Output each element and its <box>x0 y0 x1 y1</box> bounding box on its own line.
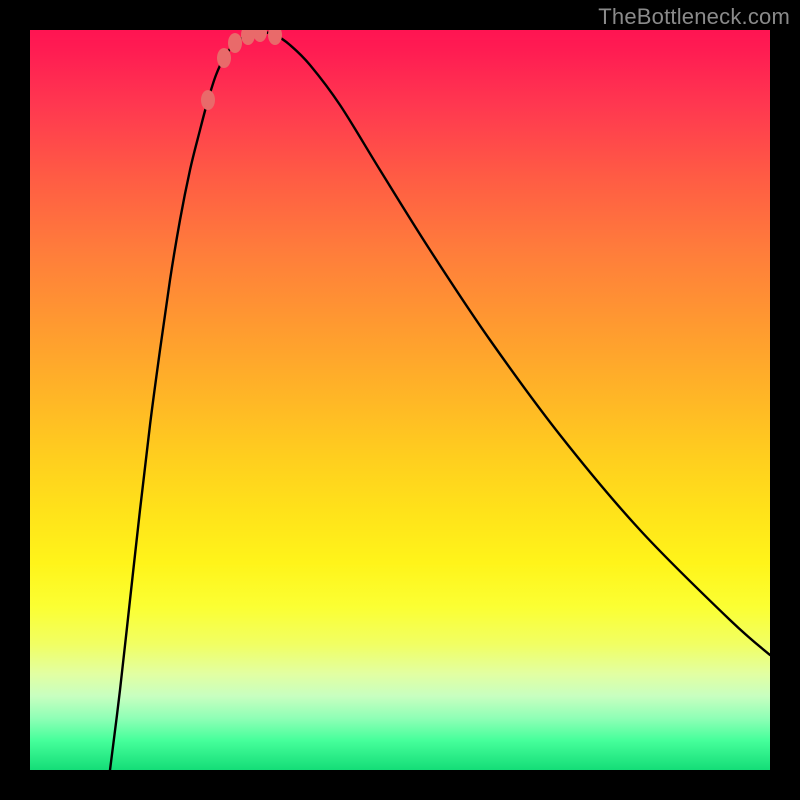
chart-canvas: TheBottleneck.com <box>0 0 800 800</box>
marker-bottom-right <box>241 30 255 45</box>
marker-right-outer <box>268 30 282 45</box>
marker-left-inner <box>217 48 231 68</box>
bottleneck-curve <box>110 32 770 770</box>
marker-right-inner <box>253 30 267 42</box>
marker-bottom-left <box>228 33 242 53</box>
watermark-text: TheBottleneck.com <box>598 4 790 30</box>
curve-svg <box>30 30 770 770</box>
curve-markers <box>201 30 282 110</box>
marker-left-outer <box>201 90 215 110</box>
plot-area <box>30 30 770 770</box>
